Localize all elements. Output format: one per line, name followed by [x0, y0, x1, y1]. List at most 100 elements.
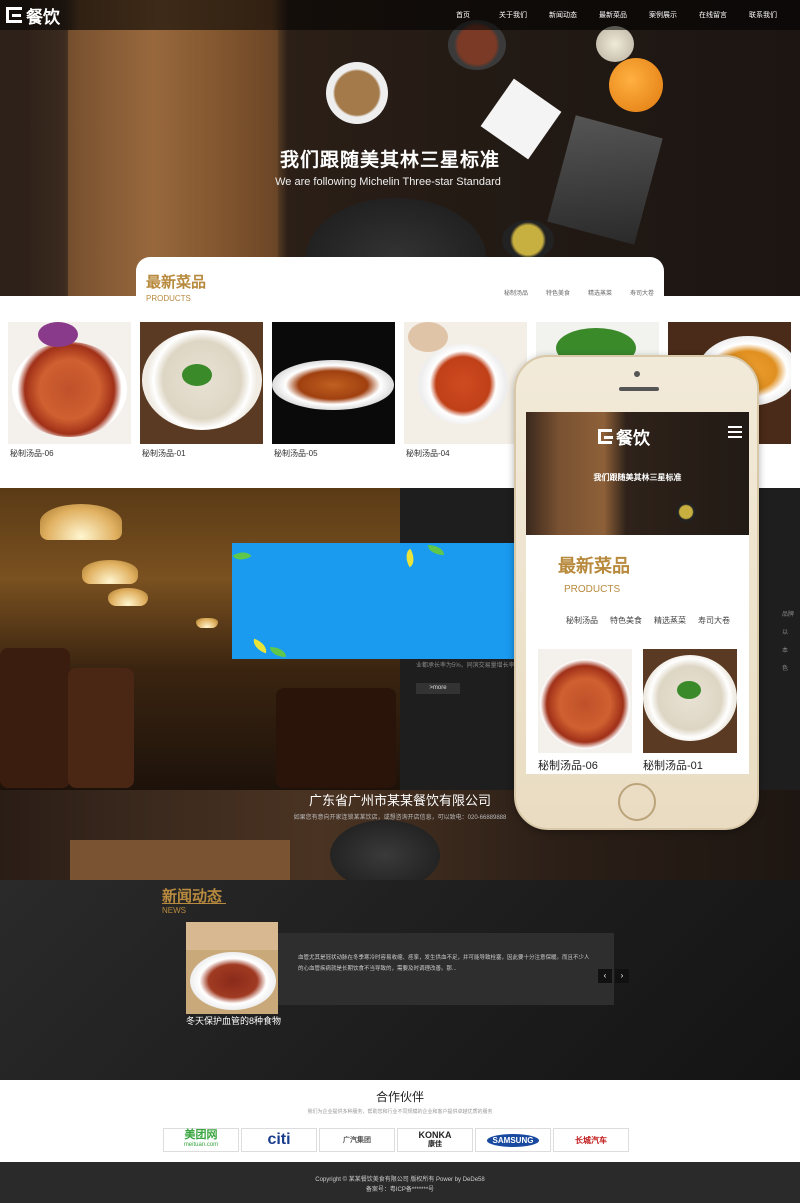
news-underline — [162, 903, 226, 904]
logo-text: 餐饮 — [26, 7, 60, 27]
product-name: 秘制汤品-06 — [538, 760, 598, 772]
product-name: 秘制汤品-01 — [142, 449, 186, 458]
more-button[interactable]: >more — [416, 683, 460, 694]
mobile-logo[interactable]: 餐饮 — [598, 424, 650, 449]
category-tab[interactable]: 秘制汤品 — [504, 288, 528, 297]
partner-logo-meituan[interactable]: 美团网 meituan.com — [163, 1128, 239, 1152]
partner-logos: 美团网 meituan.com citi 广汽集团 KONKA 康佳 SAMSU… — [163, 1128, 629, 1152]
products-subtitle: PRODUCTS — [146, 294, 191, 303]
hero-banner: 我们跟随美其林三星标准 We are following Michelin Th… — [0, 0, 800, 296]
news-subtitle: NEWS — [162, 906, 186, 915]
mobile-products-subtitle: PRODUCTS — [564, 584, 621, 595]
nav-item-about[interactable]: 关于我们 — [488, 10, 538, 20]
nav-item-message[interactable]: 在线留言 — [688, 10, 738, 20]
partner-logo-samsung[interactable]: SAMSUNG — [475, 1128, 551, 1152]
logo-icon — [6, 7, 22, 23]
spice-bowl — [326, 62, 388, 124]
prev-arrow-icon[interactable]: ‹ — [598, 969, 612, 983]
main-menu: 首页 关于我们 新闻动态 最新菜品 案例展示 在线留言 联系我们 — [438, 0, 788, 30]
leaf-icon — [401, 548, 419, 568]
stone-bowl — [330, 820, 440, 880]
icp-text[interactable]: 备案号：粤ICP备*******号 — [0, 1184, 800, 1193]
leaf-icon — [250, 638, 270, 654]
product-image — [404, 322, 527, 444]
nav-item-products[interactable]: 最新菜品 — [588, 10, 638, 20]
category-tab[interactable]: 精选蒸菜 — [654, 615, 686, 626]
product-name: 秘制汤品-01 — [643, 760, 703, 772]
booth-seat — [276, 688, 396, 788]
pendant-lamp — [196, 618, 218, 628]
product-name: 秘制汤品-06 — [10, 449, 54, 458]
orange — [609, 58, 663, 112]
mobile-hero-title: 我们跟随美其林三星标准 — [593, 473, 682, 482]
phone-mockup: 餐饮 我们跟随美其林三星标准 最新菜品 PRODUCTS 秘制汤品 特色美食 精… — [514, 355, 759, 830]
category-tab[interactable]: 寿司大卷 — [630, 288, 654, 297]
product-name: 秘制汤品-05 — [274, 449, 318, 458]
about-text: 业都承长率为5%，同滨交易量增长率 — [416, 663, 515, 669]
oil-bowl — [502, 220, 554, 260]
partners-title: 合作伙伴 — [375, 1090, 424, 1104]
phone-screen: 餐饮 我们跟随美其林三星标准 最新菜品 PRODUCTS 秘制汤品 特色美食 精… — [526, 412, 749, 774]
pendant-lamp — [82, 560, 138, 584]
mobile-products-title: 最新菜品 — [558, 556, 630, 576]
nav-item-cases[interactable]: 案例展示 — [638, 10, 688, 20]
product-card[interactable]: 秘制汤品-05 — [272, 322, 395, 459]
camera-icon — [634, 371, 640, 377]
partners-section: 合作伙伴 我们为企业提供多种服务，帮助您和行业不同规模的企业和客户提供卓越优质的… — [0, 1080, 800, 1162]
product-image — [538, 649, 632, 753]
mobile-oil-bowl — [676, 502, 696, 522]
product-image — [272, 322, 395, 444]
category-tab[interactable]: 寿司大卷 — [698, 615, 730, 626]
hamburger-menu-icon[interactable] — [728, 426, 742, 438]
product-card[interactable]: 秘制汤品-01 — [140, 322, 263, 459]
product-image — [140, 322, 263, 444]
news-section: 新闻动态 NEWS 冬天保护血管的8种食物 血管尤其是冠状动脉在冬季寒冷时容易收… — [0, 880, 800, 1080]
product-image — [8, 322, 131, 444]
leaf-icon — [270, 647, 286, 657]
wood-board — [70, 840, 290, 880]
mobile-product-card[interactable]: 秘制汤品-06 — [538, 649, 632, 773]
hero-title: 我们跟随美其林三星标准 — [279, 150, 500, 171]
leaf-icon — [232, 547, 252, 565]
news-body: 血管尤其是冠状动脉在冬季寒冷时容易收缩、痉挛，发生供血不足，并可能导致栓塞，因此… — [298, 955, 590, 972]
next-arrow-icon[interactable]: › — [615, 969, 629, 983]
pendant-lamp — [108, 588, 148, 606]
footer: Copyright © 某某餐饮美食有限公司 版权所有 Power by DeD… — [0, 1162, 800, 1203]
site-logo[interactable]: 餐饮 — [6, 5, 60, 27]
top-nav: 餐饮 首页 关于我们 新闻动态 最新菜品 案例展示 在线留言 联系我们 — [0, 0, 800, 30]
booth-seat — [68, 668, 134, 788]
speaker-icon — [619, 387, 659, 391]
copyright-text: Copyright © 某某餐饮美食有限公司 版权所有 Power by DeD… — [315, 1177, 485, 1183]
products-title: 最新菜品 — [146, 274, 207, 291]
news-image[interactable] — [186, 922, 278, 1014]
nav-item-news[interactable]: 新闻动态 — [538, 10, 588, 20]
about-edge-text: 品牌 以 本 色 — [781, 612, 794, 672]
category-tab[interactable]: 精选蒸菜 — [588, 288, 612, 297]
category-tab[interactable]: 特色美食 — [610, 615, 642, 626]
product-image — [643, 649, 737, 753]
booth-seat — [0, 648, 70, 788]
pendant-lamp — [40, 504, 122, 540]
product-card[interactable]: 秘制汤品-06 — [8, 322, 131, 459]
partner-logo-konka[interactable]: KONKA 康佳 — [397, 1128, 473, 1152]
product-card[interactable]: 秘制汤品-04 — [404, 322, 527, 459]
partner-logo-citi[interactable]: citi — [241, 1128, 317, 1152]
products-categories: 秘制汤品 特色美食 精选蒸菜 寿司大卷 — [504, 288, 654, 297]
nav-item-contact[interactable]: 联系我们 — [738, 10, 788, 20]
leaf-icon — [428, 545, 444, 555]
category-tab[interactable]: 秘制汤品 — [566, 615, 598, 626]
logo-icon — [598, 429, 613, 444]
partners-desc: 我们为企业提供多种服务，帮助您和行业不同规模的企业和客户提供卓越优质的服务 — [307, 1109, 493, 1115]
news-summary-box: 血管尤其是冠状动脉在冬季寒冷时容易收缩、痉挛，发生供血不足，并可能导致栓塞，因此… — [278, 933, 614, 1005]
mobile-product-card[interactable]: 秘制汤品-01 — [643, 649, 737, 773]
mobile-hero: 餐饮 我们跟随美其林三星标准 — [526, 412, 749, 535]
home-button[interactable] — [618, 783, 656, 821]
nav-item-home[interactable]: 首页 — [438, 10, 488, 20]
news-caption[interactable]: 冬天保护血管的8种食物 — [186, 1014, 281, 1027]
category-tab[interactable]: 特色美食 — [546, 288, 570, 297]
partner-logo-gac[interactable]: 广汽集团 — [319, 1128, 395, 1152]
garlic — [596, 26, 634, 62]
mobile-categories: 秘制汤品 特色美食 精选蒸菜 寿司大卷 — [566, 615, 730, 626]
product-name: 秘制汤品-04 — [406, 449, 450, 458]
partner-logo-greatwall[interactable]: 长城汽车 — [553, 1128, 629, 1152]
